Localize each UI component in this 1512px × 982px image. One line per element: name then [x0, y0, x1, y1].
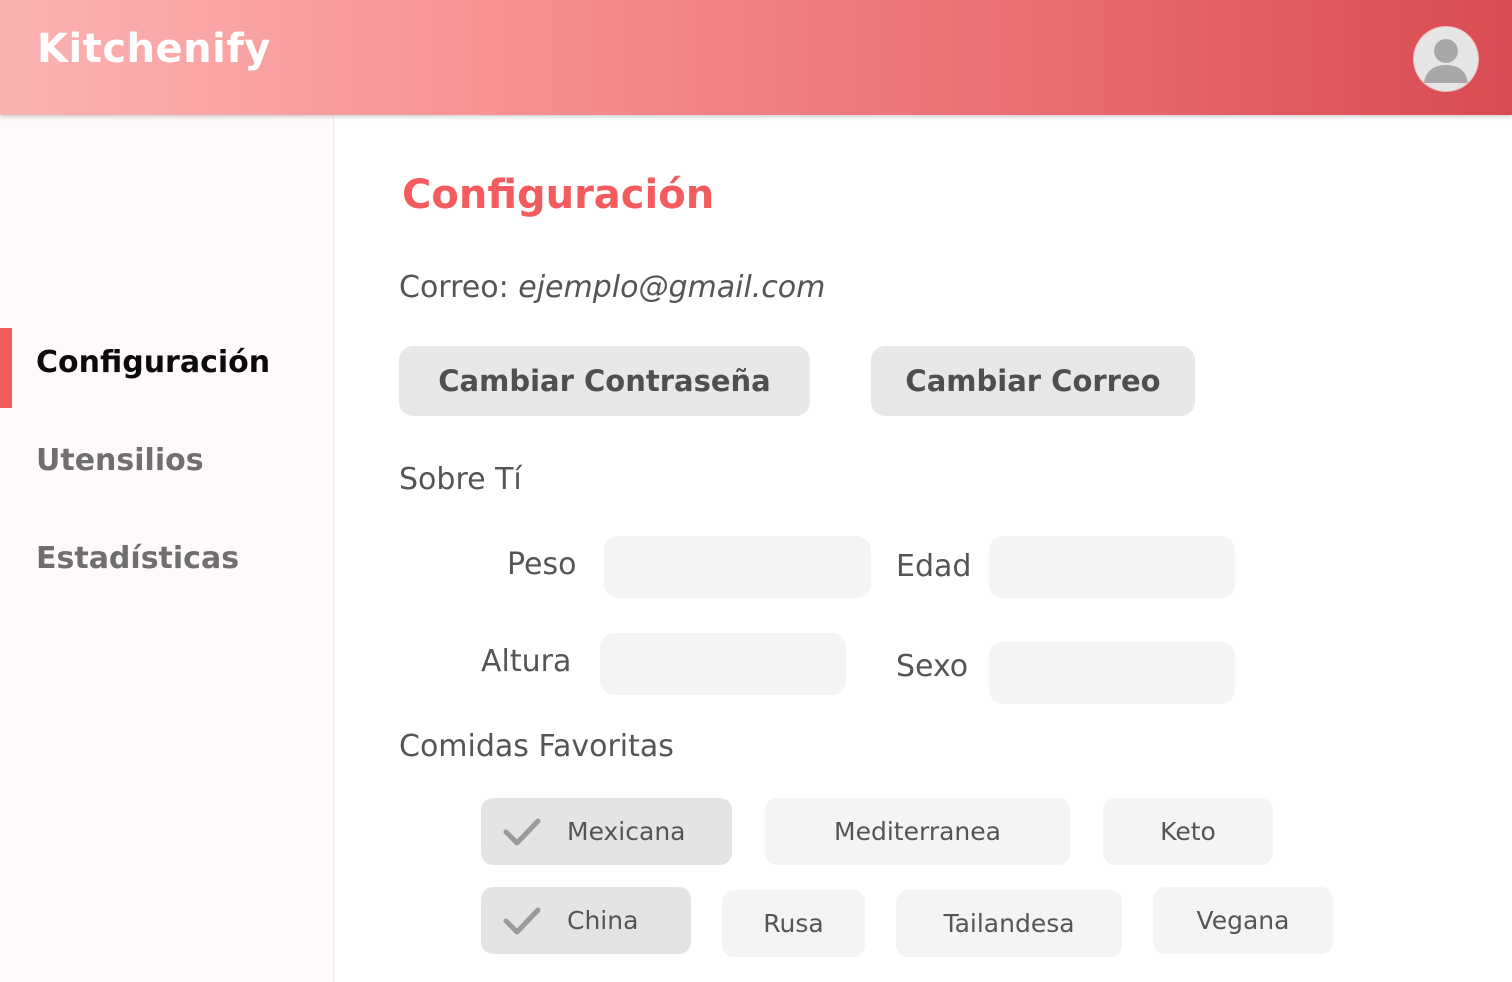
change-password-button[interactable]: Cambiar Contraseña [399, 346, 810, 416]
food-chip-label: Tailandesa [943, 909, 1075, 938]
food-chip-china[interactable]: China [481, 887, 691, 954]
check-icon [503, 907, 541, 934]
app-logo-text[interactable]: Kitchenify [37, 26, 271, 72]
food-chip-label: Mediterranea [834, 817, 1001, 846]
food-chip-tailandesa[interactable]: Tailandesa [896, 890, 1122, 957]
user-avatar-icon[interactable] [1414, 27, 1478, 91]
edad-input[interactable] [989, 536, 1235, 598]
food-chip-mexicana[interactable]: Mexicana [481, 798, 732, 865]
food-chip-keto[interactable]: Keto [1103, 798, 1273, 865]
about-section-label: Sobre Tí [399, 462, 522, 497]
check-icon [503, 818, 541, 845]
food-chip-label: Keto [1160, 817, 1216, 846]
email-value: ejemplo@gmail.com [518, 270, 826, 305]
sidebar-active-indicator [0, 328, 12, 408]
food-chip-label: Vegana [1196, 906, 1290, 935]
email-row: Correo: ejemplo@gmail.com [399, 270, 825, 305]
app-header: Kitchenify [0, 0, 1512, 115]
food-chip-label: China [567, 906, 639, 935]
edad-label: Edad [896, 549, 972, 584]
sidebar-item-estadisticas[interactable]: Estadísticas [36, 541, 239, 576]
change-email-button[interactable]: Cambiar Correo [871, 346, 1195, 416]
sidebar-item-configuracion[interactable]: Configuración [36, 345, 270, 380]
altura-label: Altura [481, 644, 572, 679]
food-chip-rusa[interactable]: Rusa [722, 890, 865, 957]
page-title: Configuración [402, 172, 715, 218]
altura-input[interactable] [600, 633, 846, 695]
email-label: Correo: [399, 270, 509, 305]
food-chip-vegana[interactable]: Vegana [1153, 887, 1333, 954]
sidebar-item-utensilios[interactable]: Utensilios [36, 443, 204, 478]
sexo-input[interactable] [989, 642, 1235, 704]
peso-label: Peso [507, 547, 577, 582]
food-chip-mediterranea[interactable]: Mediterranea [765, 798, 1070, 865]
food-chip-label: Mexicana [567, 817, 686, 846]
sexo-label: Sexo [896, 649, 969, 684]
favorites-section-label: Comidas Favoritas [399, 729, 674, 764]
peso-input[interactable] [604, 536, 871, 598]
food-chip-label: Rusa [763, 909, 824, 938]
